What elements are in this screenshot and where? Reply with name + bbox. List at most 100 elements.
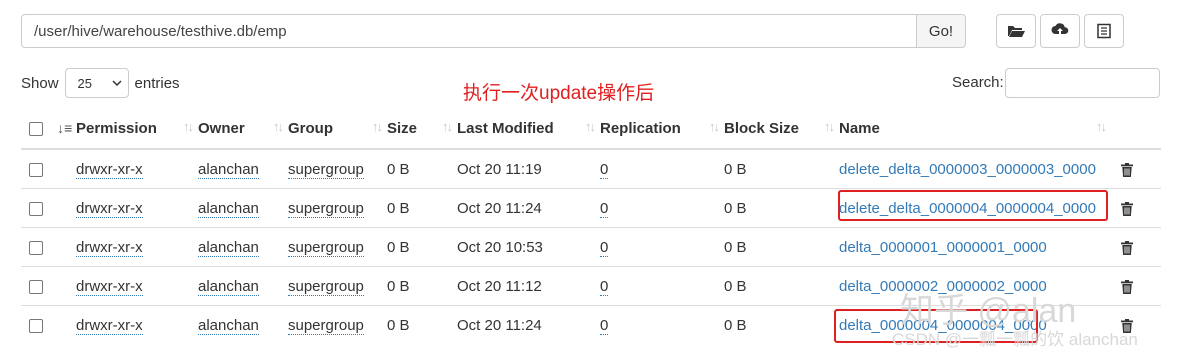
- go-button[interactable]: Go!: [916, 14, 966, 48]
- trash-icon[interactable]: [1121, 240, 1133, 255]
- group-cell: supergroup: [288, 305, 387, 344]
- sort-icon: ↑↓: [442, 119, 453, 134]
- sort-ascending-icon[interactable]: ↓≡: [57, 120, 72, 136]
- size-text: 0 B: [387, 199, 410, 217]
- permission-cell: drwxr-xr-x: [76, 227, 198, 267]
- col-permission[interactable]: Permission ↑↓: [76, 108, 198, 150]
- replication-cell: 0: [600, 266, 724, 306]
- owner-link[interactable]: alanchan: [198, 277, 259, 296]
- owner-cell: alanchan: [198, 305, 288, 344]
- row-select-cell: [21, 305, 76, 344]
- row-checkbox[interactable]: [29, 201, 43, 216]
- trash-icon[interactable]: [1121, 201, 1133, 216]
- modified-text: Oct 20 11:24: [457, 316, 542, 334]
- actions-cell: [1111, 266, 1161, 306]
- search-input[interactable]: [1005, 68, 1160, 98]
- row-select-cell: [21, 227, 76, 267]
- group-cell: supergroup: [288, 227, 387, 267]
- replication-cell: 0: [600, 305, 724, 344]
- chevron-down-icon: [112, 80, 122, 86]
- col-replication[interactable]: Replication ↑↓: [600, 108, 724, 150]
- actions-cell: [1111, 227, 1161, 267]
- permission-cell: drwxr-xr-x: [76, 148, 198, 189]
- replication-link[interactable]: 0: [600, 238, 609, 257]
- col-owner[interactable]: Owner ↑↓: [198, 108, 288, 150]
- replication-link[interactable]: 0: [600, 160, 609, 179]
- row-checkbox[interactable]: [29, 240, 43, 255]
- name-cell: delete_delta_0000003_0000003_0000: [839, 148, 1111, 189]
- block-size-cell: 0 B: [724, 266, 839, 306]
- permission-cell: drwxr-xr-x: [76, 188, 198, 228]
- modified-cell: Oct 20 11:19: [457, 148, 600, 189]
- permission-link[interactable]: drwxr-xr-x: [76, 238, 143, 257]
- col-size[interactable]: Size ↑↓: [387, 108, 457, 150]
- replication-link[interactable]: 0: [600, 199, 609, 218]
- size-text: 0 B: [387, 316, 410, 334]
- owner-cell: alanchan: [198, 266, 288, 306]
- file-name-link[interactable]: delta_0000001_0000001_0000: [839, 239, 1047, 256]
- entries-control: Show 25 entries: [21, 68, 180, 98]
- modified-cell: Oct 20 11:24: [457, 305, 600, 344]
- block-size-cell: 0 B: [724, 188, 839, 228]
- col-last-modified[interactable]: Last Modified ↑↓: [457, 108, 600, 150]
- sort-icon: ↑↓: [273, 119, 284, 134]
- create-directory-button[interactable]: [996, 14, 1036, 48]
- permission-link[interactable]: drwxr-xr-x: [76, 160, 143, 179]
- permission-cell: drwxr-xr-x: [76, 266, 198, 306]
- name-cell: delta_0000001_0000001_0000: [839, 227, 1111, 267]
- permission-cell: drwxr-xr-x: [76, 305, 198, 344]
- replication-link[interactable]: 0: [600, 277, 609, 296]
- cut-paste-button[interactable]: [1084, 14, 1124, 48]
- row-checkbox[interactable]: [29, 162, 43, 177]
- block-size-cell: 0 B: [724, 227, 839, 267]
- owner-cell: alanchan: [198, 148, 288, 189]
- replication-cell: 0: [600, 227, 724, 267]
- modified-text: Oct 20 11:19: [457, 160, 542, 178]
- annotation-text: 执行一次update操作后: [463, 83, 655, 104]
- permission-link[interactable]: drwxr-xr-x: [76, 316, 143, 335]
- modified-text: Oct 20 11:12: [457, 277, 542, 295]
- sort-icon: ↑↓: [1096, 119, 1107, 134]
- table-row: drwxr-xr-x alanchan supergroup 0 B Oct 20 10…: [21, 227, 1161, 267]
- owner-link[interactable]: alanchan: [198, 160, 259, 179]
- size-text: 0 B: [387, 160, 410, 178]
- col-block-size[interactable]: Block Size ↑↓: [724, 108, 839, 150]
- modified-text: Oct 20 10:53: [457, 238, 543, 256]
- row-checkbox[interactable]: [29, 279, 43, 294]
- size-text: 0 B: [387, 238, 410, 256]
- trash-icon[interactable]: [1121, 162, 1133, 177]
- sort-icon: ↑↓: [183, 119, 194, 134]
- permission-link[interactable]: drwxr-xr-x: [76, 199, 143, 218]
- owner-link[interactable]: alanchan: [198, 199, 259, 218]
- block_size-text: 0 B: [724, 160, 747, 178]
- modified-cell: Oct 20 11:24: [457, 188, 600, 228]
- upload-button[interactable]: [1040, 14, 1080, 48]
- block_size-text: 0 B: [724, 316, 747, 334]
- select-all-checkbox[interactable]: [29, 121, 43, 136]
- permission-link[interactable]: drwxr-xr-x: [76, 277, 143, 296]
- group-link[interactable]: supergroup: [288, 160, 364, 179]
- group-link[interactable]: supergroup: [288, 316, 364, 335]
- row-checkbox[interactable]: [29, 318, 43, 333]
- replication-link[interactable]: 0: [600, 316, 609, 335]
- block_size-text: 0 B: [724, 238, 747, 256]
- file-name-link[interactable]: delete_delta_0000004_0000004_0000: [839, 200, 1096, 217]
- col-group[interactable]: Group ↑↓: [288, 108, 387, 150]
- entries-select[interactable]: 25: [64, 68, 129, 98]
- group-cell: supergroup: [288, 266, 387, 306]
- group-link[interactable]: supergroup: [288, 238, 364, 257]
- owner-link[interactable]: alanchan: [198, 238, 259, 257]
- group-link[interactable]: supergroup: [288, 199, 364, 218]
- size-text: 0 B: [387, 277, 410, 295]
- owner-link[interactable]: alanchan: [198, 316, 259, 335]
- trash-icon[interactable]: [1121, 279, 1133, 294]
- size-cell: 0 B: [387, 148, 457, 189]
- group-link[interactable]: supergroup: [288, 277, 364, 296]
- upload-icon: [1051, 23, 1069, 35]
- file-name-link[interactable]: delete_delta_0000003_0000003_0000: [839, 161, 1096, 178]
- col-name[interactable]: Name ↑↓: [839, 108, 1111, 150]
- select-all-header: ↓≡: [21, 108, 76, 150]
- block_size-text: 0 B: [724, 199, 747, 217]
- table-header-row: ↓≡ Permission ↑↓ Owner ↑↓ Group ↑↓ Size ↑↓ L…: [21, 108, 1161, 150]
- path-input[interactable]: [21, 14, 916, 48]
